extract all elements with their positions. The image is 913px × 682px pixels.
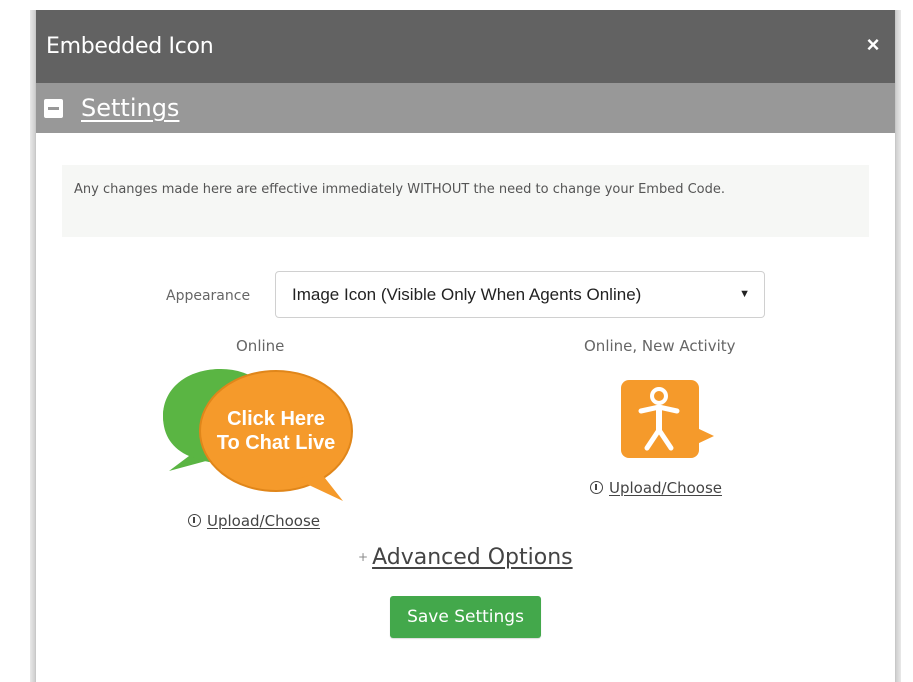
notice-text: Any changes made here are effective imme… [74,182,725,197]
expand-plus-icon: + [358,550,369,564]
appearance-select[interactable]: Image Icon (Visible Only When Agents Onl… [275,271,765,318]
close-icon[interactable]: × [863,34,883,56]
appearance-selected-value: Image Icon (Visible Only When Agents Onl… [292,285,642,304]
settings-section-header[interactable]: Settings [36,83,895,133]
upload-choose-online-text: Upload/Choose [207,512,320,530]
advanced-options-text: Advanced Options [372,545,573,570]
upload-choose-activity-text: Upload/Choose [609,479,722,497]
upload-choose-activity-link[interactable]: Upload/Choose [590,479,722,497]
dialog-titlebar: Embedded Icon × [36,10,895,83]
embedded-icon-dialog: Embedded Icon × Settings Any changes mad… [35,10,896,682]
dialog-title: Embedded Icon [46,34,214,59]
dropdown-arrow-icon: ▼ [739,288,750,300]
advanced-options-link[interactable]: + Advanced Options [358,545,573,570]
dialog-shadow-right [896,10,901,682]
info-notice: Any changes made here are effective imme… [62,165,869,237]
activity-person-icon [619,378,719,463]
online-label: Online [236,337,285,355]
collapse-icon[interactable] [44,99,63,118]
appearance-label: Appearance [166,288,251,304]
info-circle-icon [590,481,603,494]
chat-bubble-online-icon: Click Here To Chat Live [161,361,361,511]
save-settings-button[interactable]: Save Settings [390,596,541,638]
online-new-activity-label: Online, New Activity [584,337,736,355]
upload-choose-online-link[interactable]: Upload/Choose [188,512,320,530]
bubble-text-line1: Click Here [227,408,325,430]
settings-section-title[interactable]: Settings [81,94,179,122]
bubble-text-line2: To Chat Live [217,432,336,454]
info-circle-icon [188,514,201,527]
